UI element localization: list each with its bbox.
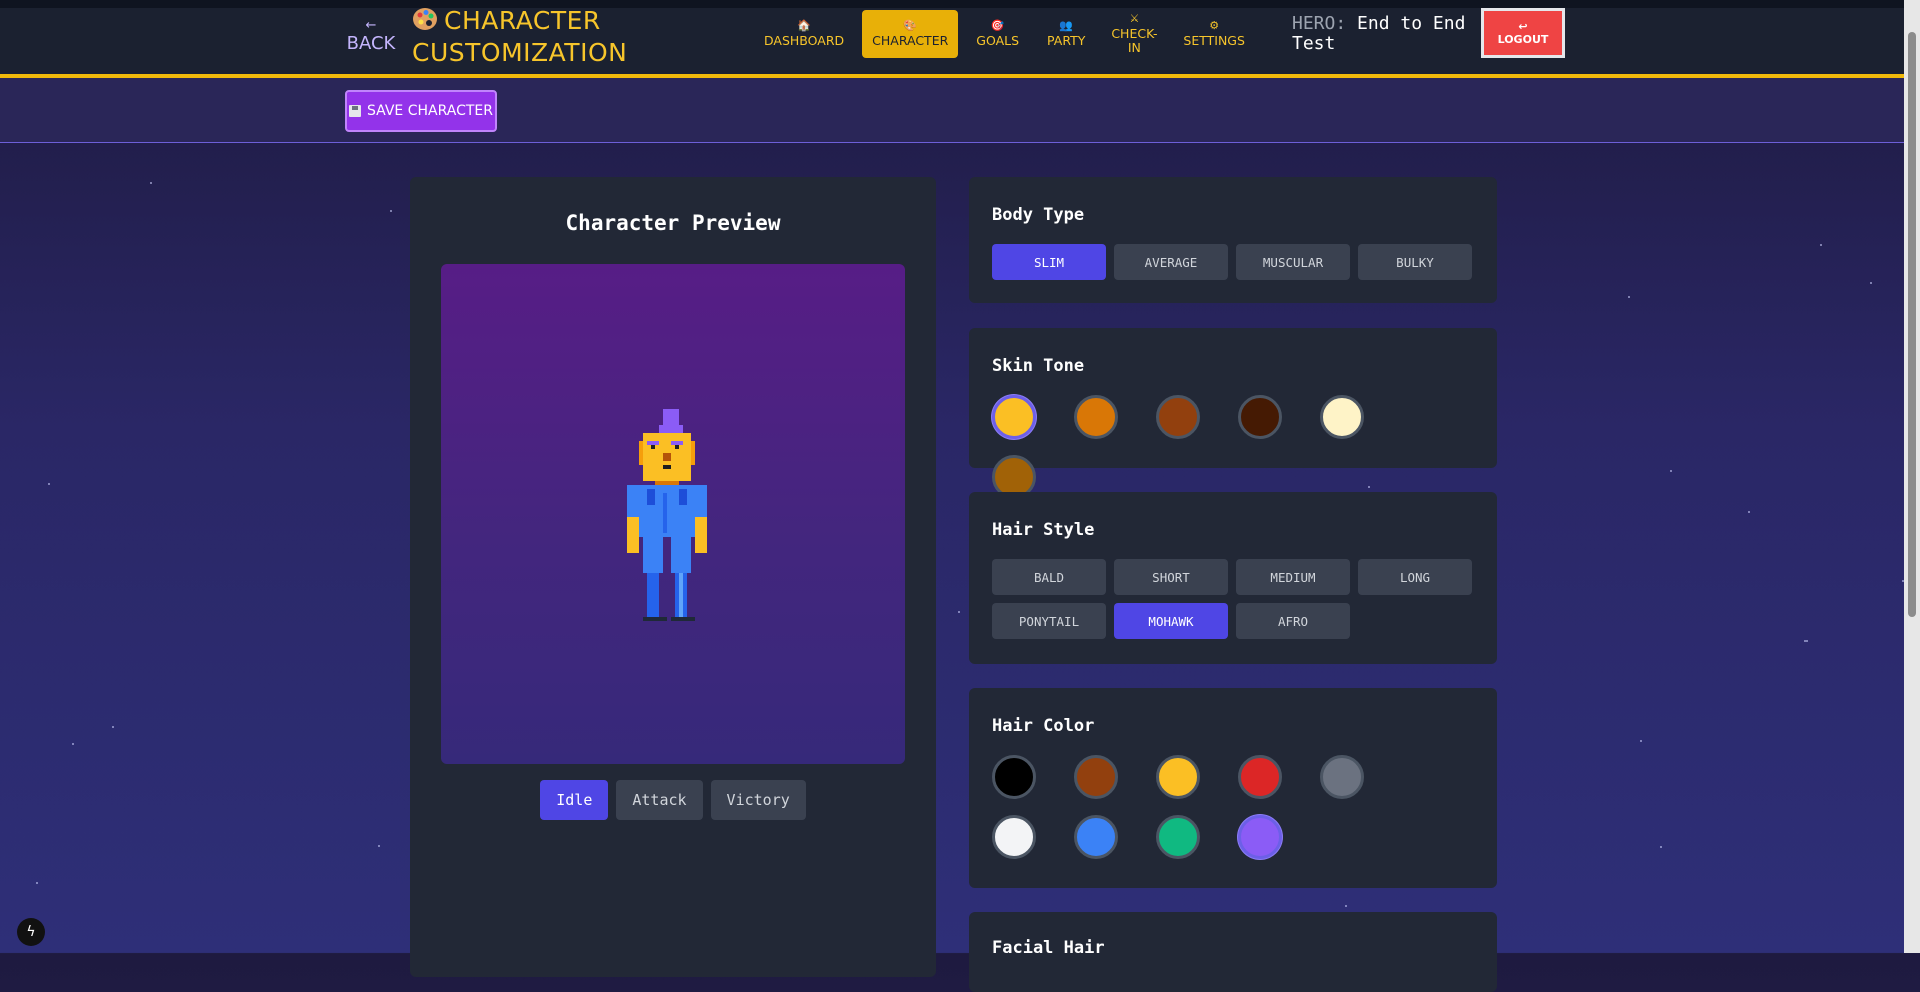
facial-hair-title: Facial Hair bbox=[992, 938, 1105, 958]
hair-color-swatch[interactable] bbox=[1238, 755, 1282, 799]
logout-label: LOGOUT bbox=[1497, 33, 1549, 46]
save-label: SAVE CHARACTER bbox=[367, 103, 493, 119]
page-title: CHARACTER CUSTOMIZATION bbox=[412, 5, 627, 69]
hero-label: HERO: bbox=[1292, 13, 1347, 34]
hair-color-swatch[interactable] bbox=[992, 815, 1036, 859]
back-arrow-icon: ← bbox=[365, 18, 377, 33]
crossed-swords-icon: ⚔ bbox=[1129, 12, 1140, 25]
skin-tone-swatch[interactable] bbox=[1238, 395, 1282, 439]
preview-title: Character Preview bbox=[565, 211, 781, 235]
title-line-2: CUSTOMIZATION bbox=[412, 38, 628, 67]
skin-tone-card: Skin Tone bbox=[969, 328, 1497, 499]
save-character-button[interactable]: SAVE CHARACTER bbox=[345, 90, 497, 132]
hair-color-swatch[interactable] bbox=[1156, 815, 1200, 859]
hair-color-swatch[interactable] bbox=[1320, 755, 1364, 799]
hair-style-options: BALD SHORT MEDIUM LONG PONYTAIL MOHAWK A… bbox=[992, 559, 1482, 647]
gear-icon: ⚙ bbox=[1209, 19, 1220, 32]
nav-label: CHARACTER bbox=[872, 33, 949, 48]
hair-color-card: Hair Color bbox=[969, 688, 1497, 888]
hair-style-medium[interactable]: MEDIUM bbox=[1236, 559, 1350, 595]
body-type-slim[interactable]: SLIM bbox=[992, 244, 1106, 280]
hair-color-swatches bbox=[992, 755, 1472, 875]
target-icon: 🎯 bbox=[990, 19, 1005, 32]
main-nav: 🏠 DASHBOARD 🎨 CHARACTER 🎯 GOALS 👥 PARTY … bbox=[754, 10, 1263, 58]
back-button[interactable]: ← BACK bbox=[346, 18, 396, 54]
skin-tone-title: Skin Tone bbox=[992, 356, 1085, 376]
skin-tone-swatch[interactable] bbox=[1156, 395, 1200, 439]
body-type-muscular[interactable]: MUSCULAR bbox=[1236, 244, 1350, 280]
skin-tone-swatch[interactable] bbox=[992, 395, 1036, 439]
facial-hair-card: Facial Hair bbox=[969, 912, 1497, 992]
page-scrollbar[interactable] bbox=[1904, 0, 1920, 953]
hair-color-swatch[interactable] bbox=[1238, 815, 1282, 859]
nav-label: GOALS bbox=[976, 33, 1020, 48]
character-preview-panel: Character Preview Idle Attack Victory bbox=[410, 177, 936, 977]
hair-style-title: Hair Style bbox=[992, 520, 1095, 540]
title-line-1: CHARACTER bbox=[444, 6, 601, 35]
nav-label: CHECK-IN bbox=[1111, 26, 1158, 55]
hair-style-bald[interactable]: BALD bbox=[992, 559, 1106, 595]
body-type-card: Body Type SLIM AVERAGE MUSCULAR BULKY bbox=[969, 177, 1497, 303]
palette-icon: 🎨 bbox=[903, 19, 918, 32]
users-icon: 👥 bbox=[1059, 19, 1074, 32]
palette-icon bbox=[413, 8, 437, 30]
hair-color-swatch[interactable] bbox=[1074, 815, 1118, 859]
nav-label: SETTINGS bbox=[1183, 33, 1245, 48]
anim-idle-button[interactable]: Idle bbox=[540, 780, 609, 820]
hair-color-swatch[interactable] bbox=[992, 755, 1036, 799]
nav-check-in[interactable]: ⚔ CHECK-IN bbox=[1103, 10, 1165, 58]
back-label: BACK bbox=[346, 33, 396, 54]
nav-character[interactable]: 🎨 CHARACTER bbox=[862, 10, 959, 58]
action-toolbar: SAVE CHARACTER bbox=[0, 78, 1904, 143]
hair-style-mohawk[interactable]: MOHAWK bbox=[1114, 603, 1228, 639]
body-type-title: Body Type bbox=[992, 205, 1085, 225]
animation-selector: Idle Attack Victory bbox=[410, 780, 936, 820]
window-top-strip bbox=[0, 0, 1920, 8]
hair-style-card: Hair Style BALD SHORT MEDIUM LONG PONYTA… bbox=[969, 492, 1497, 664]
skin-tone-swatch[interactable] bbox=[1320, 395, 1364, 439]
logout-button[interactable]: ↩ LOGOUT bbox=[1481, 8, 1565, 58]
character-sprite bbox=[627, 409, 707, 621]
hair-style-ponytail[interactable]: PONYTAIL bbox=[992, 603, 1106, 639]
anim-victory-button[interactable]: Victory bbox=[710, 780, 806, 820]
body-type-bulky[interactable]: BULKY bbox=[1358, 244, 1472, 280]
hair-style-long[interactable]: LONG bbox=[1358, 559, 1472, 595]
skin-tone-swatch[interactable] bbox=[1074, 395, 1118, 439]
nav-goals[interactable]: 🎯 GOALS bbox=[966, 10, 1029, 58]
hair-color-swatch[interactable] bbox=[1156, 755, 1200, 799]
logout-icon: ↩ bbox=[1518, 20, 1528, 33]
nav-settings[interactable]: ⚙ SETTINGS bbox=[1173, 10, 1255, 58]
scrollbar-thumb[interactable] bbox=[1908, 32, 1916, 617]
lightning-icon[interactable]: ϟ bbox=[17, 918, 45, 946]
body-type-average[interactable]: AVERAGE bbox=[1114, 244, 1228, 280]
app-header: ← BACK CHARACTER CUSTOMIZATION 🏠 DASHBOA… bbox=[0, 5, 1904, 78]
nav-label: PARTY bbox=[1047, 33, 1086, 48]
nav-dashboard[interactable]: 🏠 DASHBOARD bbox=[754, 10, 854, 58]
nav-party[interactable]: 👥 PARTY bbox=[1037, 10, 1095, 58]
hair-color-title: Hair Color bbox=[992, 716, 1095, 736]
hero-info: HERO: End to End Test bbox=[1292, 14, 1482, 54]
body-type-options: SLIM AVERAGE MUSCULAR BULKY bbox=[992, 244, 1482, 288]
hair-style-afro[interactable]: AFRO bbox=[1236, 603, 1350, 639]
nav-label: DASHBOARD bbox=[764, 33, 845, 48]
hair-color-swatch[interactable] bbox=[1074, 755, 1118, 799]
hair-style-short[interactable]: SHORT bbox=[1114, 559, 1228, 595]
floppy-disk-icon bbox=[349, 105, 361, 117]
preview-stage bbox=[441, 264, 905, 764]
anim-attack-button[interactable]: Attack bbox=[616, 780, 703, 820]
home-icon: 🏠 bbox=[797, 19, 811, 32]
